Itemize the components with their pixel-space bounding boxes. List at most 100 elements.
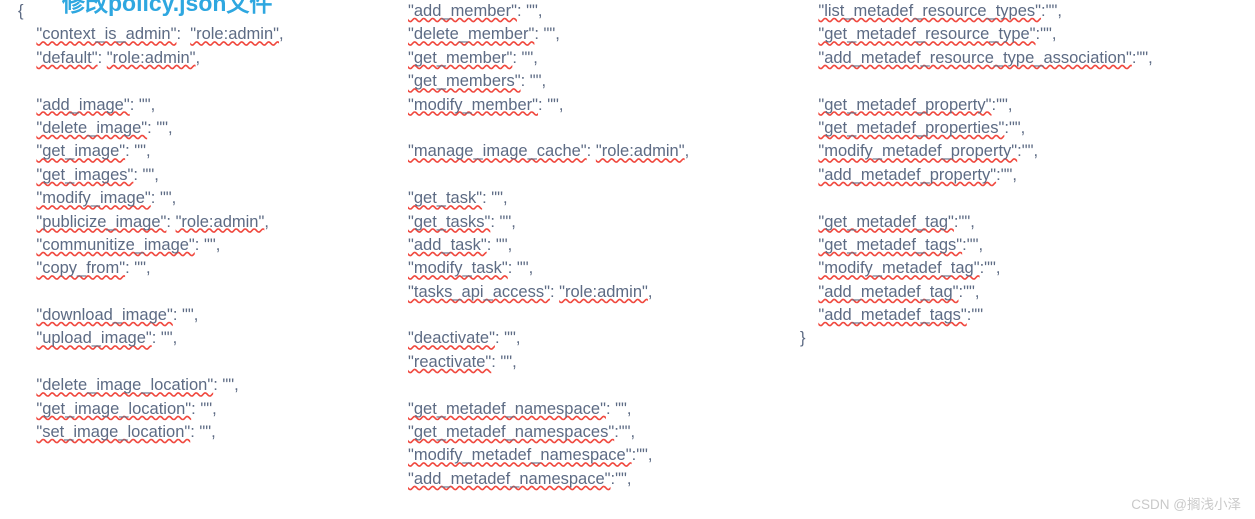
- policy-value: "role:admin": [175, 212, 265, 231]
- policy-key: "get_metadef_properties": [818, 118, 1005, 137]
- policy-value: "": [199, 423, 212, 442]
- code-comma: ,: [626, 399, 632, 418]
- code-line: "add_metadef_resource_type_association":…: [800, 47, 1255, 70]
- code-comma: ,: [211, 423, 216, 442]
- policy-value: "": [526, 2, 538, 20]
- policy-value: "role:admin": [190, 25, 279, 44]
- code-line: "get_image": "",: [18, 140, 408, 163]
- code-line: "add_metadef_namespace":"",: [408, 468, 808, 491]
- code-comma: ,: [555, 25, 560, 44]
- policy-value: "": [516, 259, 529, 278]
- code-comma: ,: [541, 72, 547, 91]
- code-line: "get_task": "",: [408, 187, 808, 210]
- code-line: "add_metadef_tag":"",: [800, 281, 1255, 304]
- policy-key: "get_task": [408, 189, 483, 208]
- code-colon: :: [507, 259, 517, 278]
- code-comma: ,: [558, 95, 564, 114]
- policy-key: "get_metadef_tag": [818, 212, 954, 231]
- policy-value: "": [618, 423, 631, 442]
- code-comma: ,: [145, 259, 151, 278]
- code-comma: ,: [515, 329, 521, 348]
- policy-key: "modify_metadef_tag": [818, 259, 980, 278]
- code-comma: ,: [171, 189, 177, 208]
- policy-value: "": [966, 235, 979, 254]
- policy-value: "": [138, 95, 151, 114]
- code-colon: :: [129, 95, 139, 114]
- policy-key: "modify_metadef_namespace": [408, 446, 632, 465]
- code-comma: ,: [630, 423, 636, 442]
- policy-value: "": [159, 189, 172, 208]
- policy-key: "reactivate": [408, 352, 492, 371]
- code-line: "delete_image_location": "",: [18, 374, 408, 397]
- code-colon: :: [147, 118, 157, 137]
- code-line: "modify_metadef_namespace":"",: [408, 444, 808, 467]
- policy-key: "get_image_location": [36, 399, 192, 418]
- policy-value: "": [521, 48, 534, 67]
- code-line: "list_metadef_resource_types":"",: [800, 0, 1255, 23]
- code-line: "add_member": "",: [408, 0, 808, 23]
- policy-value: "": [1136, 48, 1149, 67]
- code-line: "communitize_image": "",: [18, 234, 408, 257]
- policy-key: "modify_metadef_property": [818, 142, 1018, 161]
- code-colon: :: [494, 329, 505, 348]
- code-comma: ,: [212, 399, 217, 418]
- code-line: "copy_from": "",: [18, 257, 408, 280]
- policy-value: "": [504, 329, 516, 348]
- code-comma: ,: [1033, 142, 1039, 161]
- policy-value: "": [134, 142, 147, 161]
- code-line: "add_image": "",: [18, 94, 408, 117]
- policy-key: "delete_member": [408, 25, 535, 44]
- csdn-watermark: CSDN @搁浅小泽: [1131, 497, 1241, 512]
- code-comma: ,: [146, 142, 151, 161]
- policy-value: "": [182, 306, 194, 325]
- policy-key: "add_metadef_resource_type_association": [818, 48, 1132, 67]
- code-comma: ,: [528, 259, 534, 278]
- policy-value: "": [160, 329, 173, 348]
- code-comma: ,: [974, 282, 980, 301]
- code-colon: :: [549, 282, 560, 301]
- policy-key: "manage_image_cache": [408, 142, 587, 161]
- code-comma: ,: [995, 259, 1001, 278]
- policy-key: "download_image": [36, 306, 173, 325]
- policy-value: "role:admin": [595, 142, 685, 161]
- code-line: "upload_image": "",: [18, 327, 408, 350]
- code-line: "get_metadef_properties":"",: [800, 117, 1255, 140]
- policy-key: "get_metadef_property": [818, 95, 992, 114]
- policy-value: "": [222, 376, 235, 395]
- policy-value: "": [500, 352, 513, 371]
- policy-key: "get_image": [36, 142, 126, 161]
- policy-key: "delete_image_location": [36, 376, 214, 395]
- code-colon: :: [520, 72, 530, 91]
- code-column-middle: "add_member": "", "delete_member": "", "ge…: [408, 0, 808, 491]
- code-line: "set_image_location": "",: [18, 421, 408, 444]
- code-line: "get_member": "",: [408, 47, 808, 70]
- policy-value: "": [958, 212, 971, 231]
- code-comma: ,: [1020, 118, 1026, 137]
- code-colon: :: [490, 212, 500, 231]
- policy-key: "copy_from": [36, 259, 126, 278]
- code-colon: :: [586, 142, 596, 161]
- code-line: "manage_image_cache": "role:admin",: [408, 140, 808, 163]
- code-colon: :: [486, 235, 496, 254]
- code-colon: :: [191, 399, 201, 418]
